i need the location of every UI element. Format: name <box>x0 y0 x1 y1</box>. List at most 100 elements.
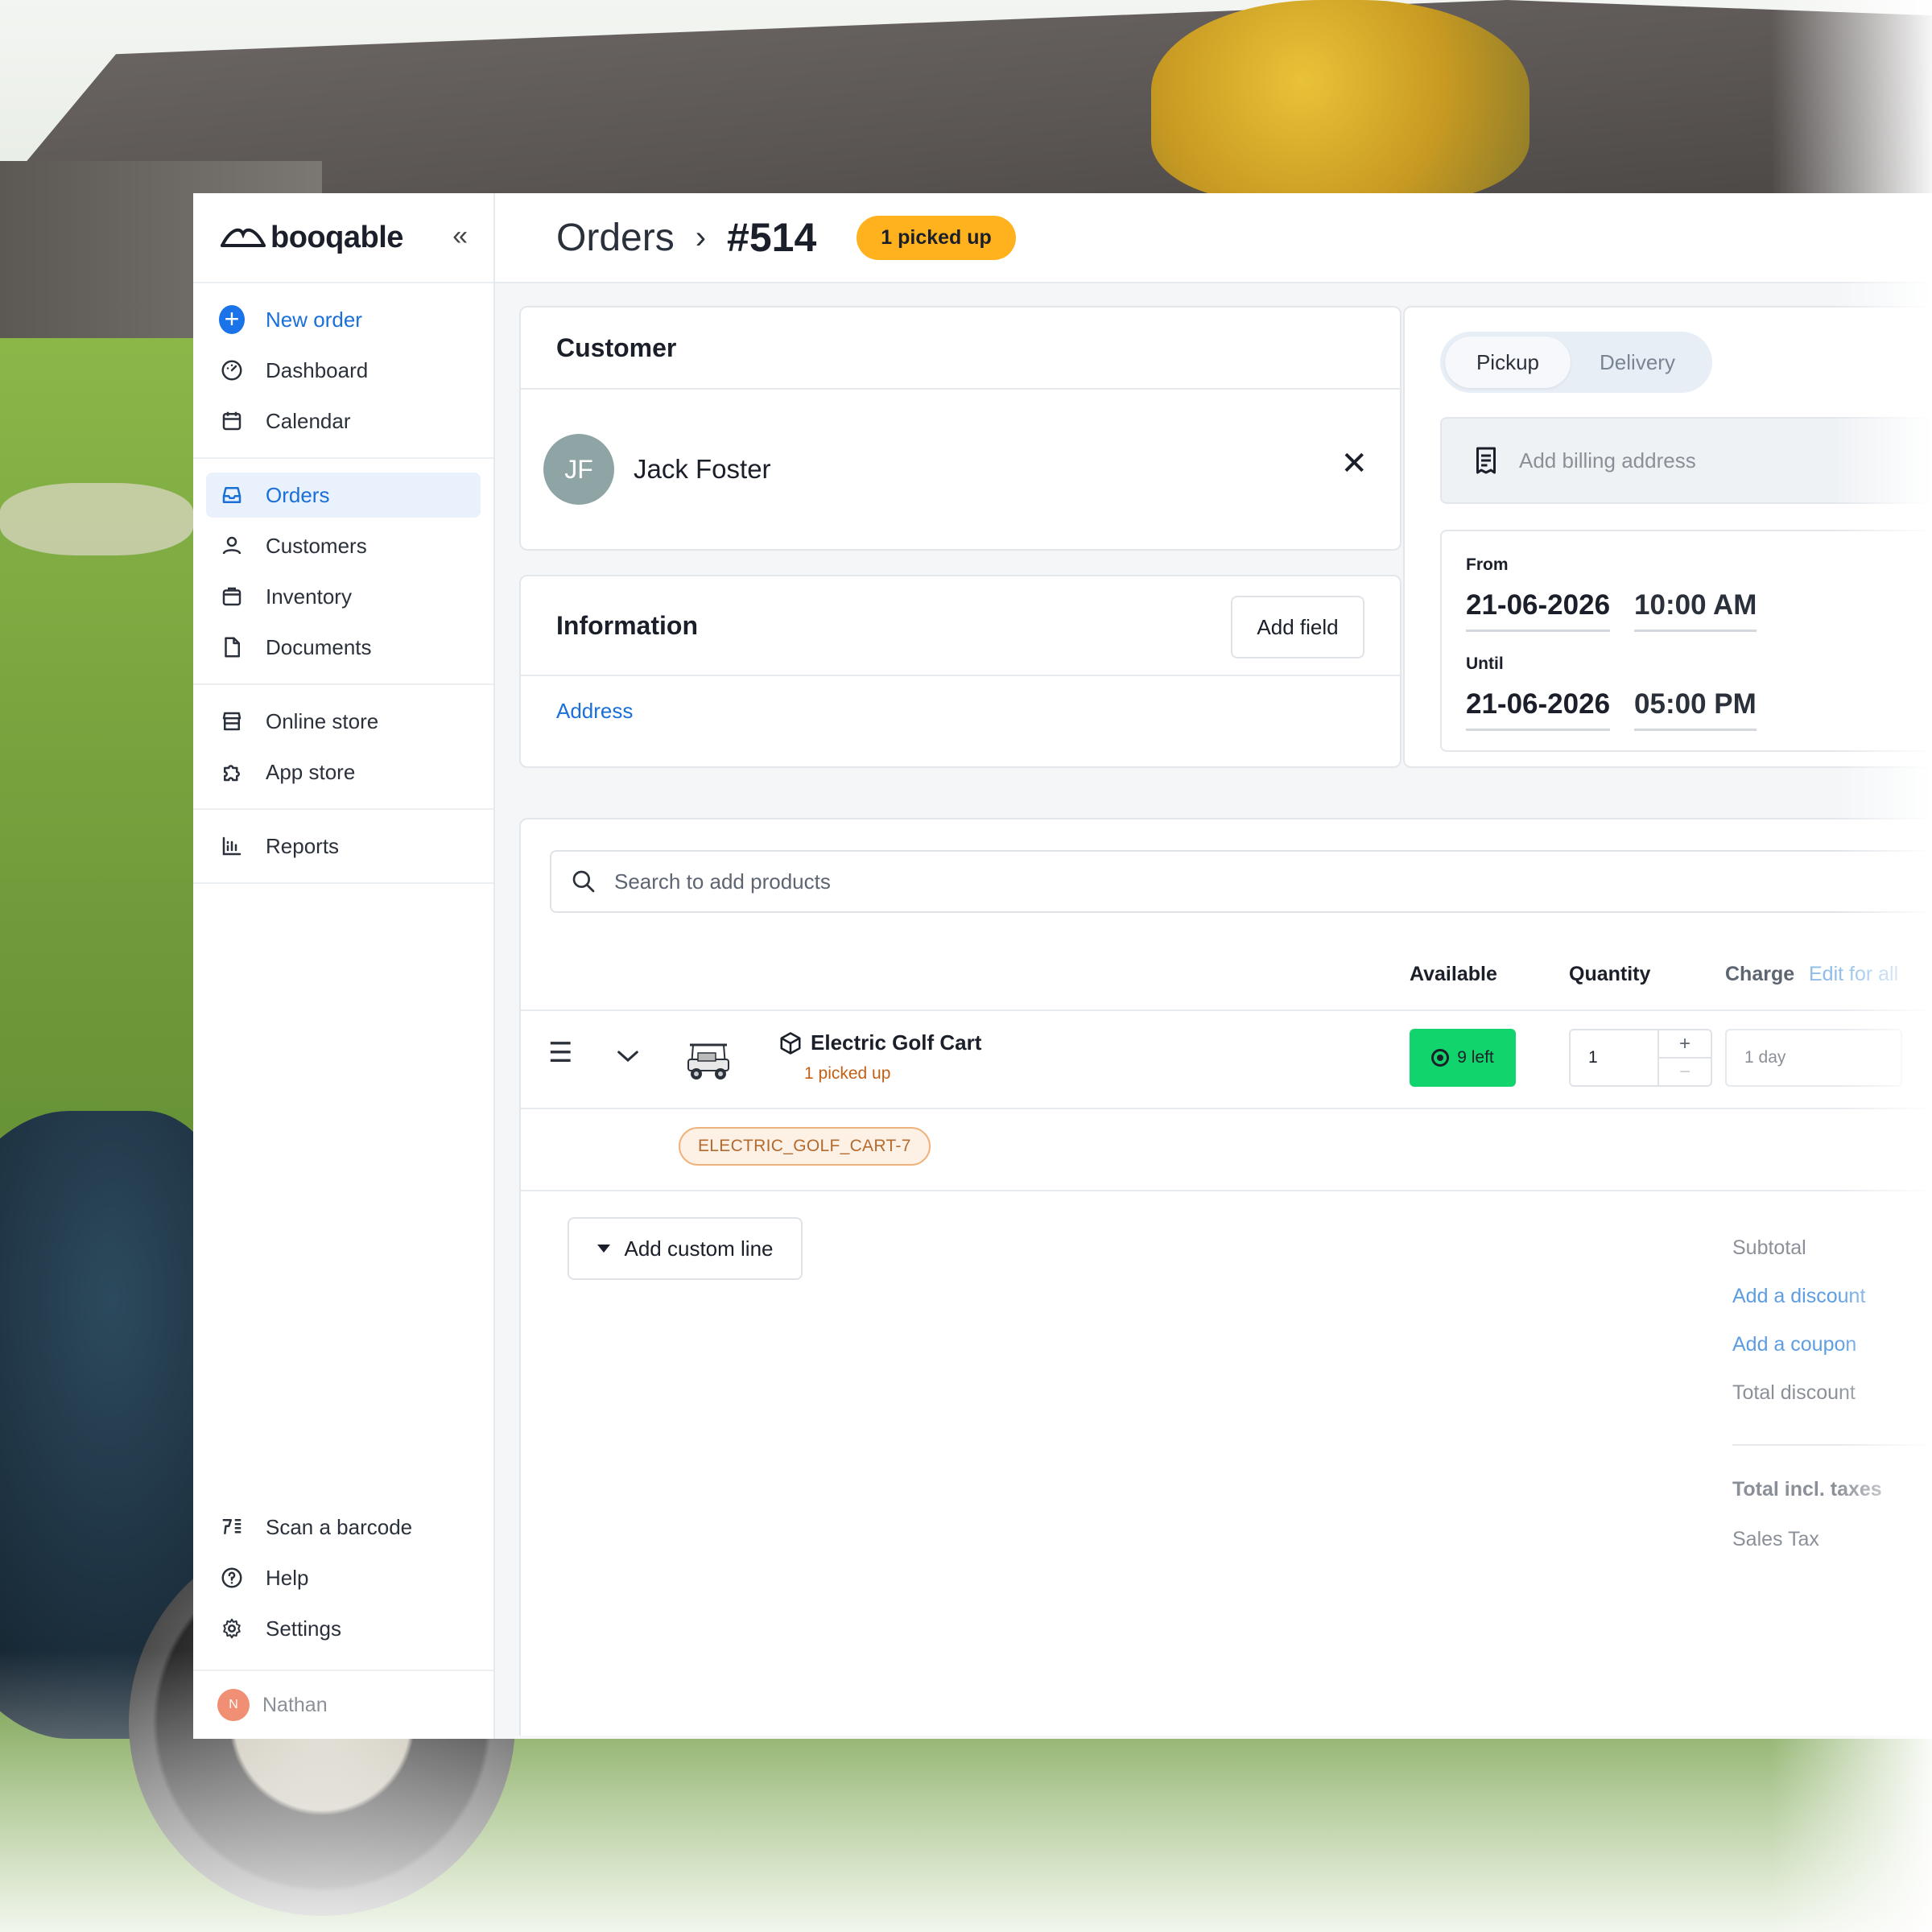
collapse-sidebar-icon[interactable]: « <box>452 221 468 252</box>
search-icon <box>572 870 595 893</box>
until-date-field[interactable]: 21-06-2026 <box>1466 688 1611 731</box>
product-search[interactable] <box>550 850 1932 913</box>
avatar: N <box>217 1689 250 1721</box>
box-icon <box>219 584 245 609</box>
divider <box>521 1108 1932 1109</box>
nav-group-orders: Orders Customers Inventory Documents <box>193 459 493 685</box>
chevron-right-icon: › <box>695 219 707 255</box>
product-name[interactable]: Electric Golf Cart <box>811 1030 981 1055</box>
from-date-field[interactable]: 21-06-2026 <box>1466 589 1611 632</box>
availability-text: 9 left <box>1457 1048 1494 1067</box>
nav-group-store: Online store App store <box>193 685 493 810</box>
pickup-delivery-toggle: Pickup Delivery <box>1440 332 1712 393</box>
charge-duration: 1 day <box>1744 1048 1786 1067</box>
brand: booqable « <box>193 193 493 283</box>
barcode-scanner-icon <box>219 1514 245 1540</box>
until-row: 21-06-2026 05:00 PM <box>1466 688 1932 731</box>
sales-tax-label: Sales Tax <box>1732 1528 1819 1550</box>
decrement-icon[interactable]: − <box>1659 1057 1711 1085</box>
status-badge[interactable]: 1 picked up <box>857 215 1016 260</box>
nav-group-main: + New order Dashboard Calendar <box>193 283 493 459</box>
tab-delivery[interactable]: Delivery <box>1571 336 1704 388</box>
tab-pickup[interactable]: Pickup <box>1445 336 1571 388</box>
golf-cart-thumbnail <box>687 1043 729 1080</box>
sidebar-item-dashboard[interactable]: Dashboard <box>206 348 481 393</box>
sidebar-item-label: Inventory <box>266 584 352 609</box>
sidebar-item-label: Documents <box>266 634 372 659</box>
add-field-button[interactable]: Add field <box>1231 596 1364 658</box>
customer-name[interactable]: Jack Foster <box>634 454 771 485</box>
availability-badge[interactable]: 9 left <box>1410 1029 1516 1087</box>
bar-chart-icon <box>219 833 245 859</box>
user-menu[interactable]: N Nathan <box>193 1671 493 1739</box>
until-time-field[interactable]: 05:00 PM <box>1634 688 1757 731</box>
edit-for-all-link[interactable]: Edit for all <box>1809 963 1898 986</box>
column-charge: Charge <box>1725 963 1795 985</box>
page-title: #514 <box>727 215 817 260</box>
new-order-button[interactable]: + New order <box>206 297 481 342</box>
add-coupon-link[interactable]: Add a coupon <box>1732 1333 1856 1356</box>
new-order-label: New order <box>266 307 362 332</box>
receipt-icon <box>1476 447 1496 474</box>
calendar-icon <box>219 408 245 434</box>
divider <box>521 1190 1932 1191</box>
availability-icon <box>1431 1049 1450 1067</box>
quantity-stepper[interactable]: 1 + − <box>1569 1029 1712 1087</box>
add-custom-line-button[interactable]: Add custom line <box>568 1217 803 1280</box>
add-billing-address-button[interactable]: Add billing address <box>1440 417 1932 504</box>
drag-handle-icon[interactable]: ☰ <box>548 1037 572 1069</box>
fulfillment-card: Pickup Delivery Add billing address From… <box>1403 306 1932 768</box>
search-input[interactable] <box>614 869 1822 894</box>
from-time-field[interactable]: 10:00 AM <box>1634 589 1757 632</box>
puzzle-icon <box>219 759 245 785</box>
column-quantity: Quantity <box>1569 963 1651 985</box>
sidebar-item-label: Online store <box>266 708 379 733</box>
close-icon[interactable]: ✕ <box>1340 448 1368 480</box>
sidebar-item-label: Scan a barcode <box>266 1514 413 1539</box>
path <box>0 483 193 555</box>
sidebar-item-app-store[interactable]: App store <box>206 749 481 795</box>
plus-icon: + <box>219 305 245 334</box>
booqable-logo-icon <box>221 228 266 247</box>
sidebar-item-help[interactable]: Help <box>206 1555 481 1600</box>
quantity-value[interactable]: 1 <box>1571 1030 1659 1085</box>
customer-card: Customer JF Jack Foster ✕ <box>519 306 1402 551</box>
brand-name: booqable <box>270 220 403 254</box>
caret-down-icon <box>597 1245 610 1253</box>
sidebar-item-label: App store <box>266 759 356 784</box>
customer-row[interactable]: JF Jack Foster ✕ <box>521 390 1400 549</box>
breadcrumb-orders[interactable]: Orders <box>556 216 675 260</box>
sidebar-item-calendar[interactable]: Calendar <box>206 398 481 444</box>
address-link[interactable]: Address <box>556 699 633 724</box>
add-discount-link[interactable]: Add a discount <box>1732 1285 1865 1308</box>
sidebar-item-online-store[interactable]: Online store <box>206 699 481 744</box>
user-name: Nathan <box>262 1693 328 1716</box>
increment-icon[interactable]: + <box>1659 1030 1711 1057</box>
chevron-down-icon[interactable] <box>616 1046 640 1066</box>
sidebar-item-settings[interactable]: Settings <box>206 1606 481 1651</box>
sku-badge[interactable]: ELECTRIC_GOLF_CART-7 <box>679 1127 931 1166</box>
sidebar: booqable « + New order Dashboard Calenda… <box>193 193 495 1739</box>
sidebar-item-customers[interactable]: Customers <box>206 523 481 568</box>
product-box-icon <box>780 1031 801 1055</box>
customer-title: Customer <box>556 332 677 362</box>
information-card-header: Information Add field <box>521 576 1400 676</box>
storefront-icon <box>219 708 245 734</box>
sidebar-bottom: Scan a barcode Help Settings N Nathan <box>193 1491 493 1739</box>
sidebar-item-reports[interactable]: Reports <box>206 824 481 869</box>
sidebar-item-inventory[interactable]: Inventory <box>206 574 481 619</box>
sidebar-item-label: Orders <box>266 482 330 507</box>
total-incl-taxes-label: Total incl. taxes <box>1732 1478 1882 1501</box>
information-title: Information <box>556 610 698 640</box>
billing-placeholder: Add billing address <box>1519 448 1696 473</box>
charge-duration-field[interactable]: 1 day <box>1725 1029 1902 1087</box>
sidebar-item-orders[interactable]: Orders <box>206 473 481 518</box>
user-section: N Nathan <box>193 1670 493 1739</box>
sidebar-item-label: Customers <box>266 533 367 558</box>
subtotal-label: Subtotal <box>1732 1236 1806 1259</box>
main-content: Orders › #514 1 picked up Customer JF Ja… <box>495 193 1932 1739</box>
sidebar-item-documents[interactable]: Documents <box>206 625 481 670</box>
dashboard-gauge-icon <box>219 357 245 383</box>
autumn-tree <box>1151 0 1530 201</box>
sidebar-item-scan-barcode[interactable]: Scan a barcode <box>206 1505 481 1550</box>
